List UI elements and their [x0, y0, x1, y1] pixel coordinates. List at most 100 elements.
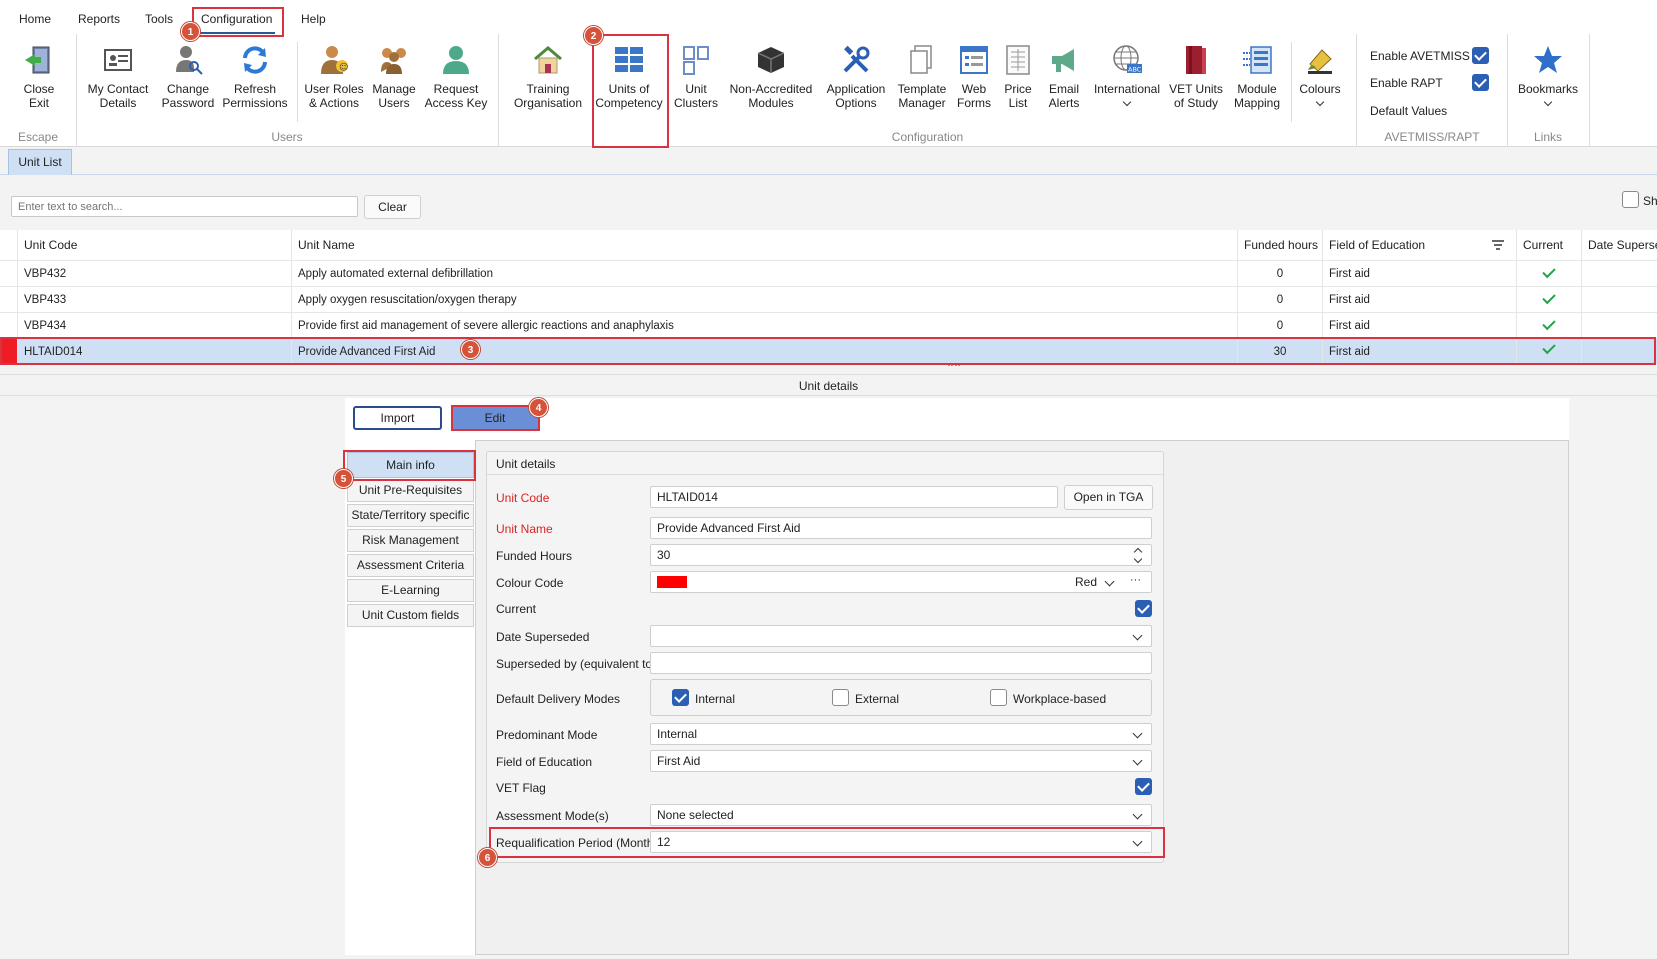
cell-current [1517, 313, 1582, 339]
table-row[interactable]: VBP432 Apply automated external defibril… [0, 260, 1657, 287]
enable-rapt-checkbox[interactable] [1472, 74, 1489, 91]
tab-unit-list[interactable]: Unit List [8, 149, 72, 175]
column-header-current[interactable]: Current [1517, 230, 1582, 260]
date-superseded-label: Date Superseded [496, 630, 590, 644]
menu-tools[interactable]: Tools [145, 12, 173, 26]
clusters-icon [683, 46, 709, 75]
workplace-based-label: Workplace-based [1013, 692, 1107, 706]
web-forms-button[interactable]: Web Forms [954, 44, 994, 110]
documents-icon [910, 45, 932, 74]
stepper-down-icon[interactable] [1133, 554, 1143, 564]
unit-clusters-button[interactable]: Unit Clusters [672, 44, 720, 110]
unit-name-field[interactable]: Provide Advanced First Aid [650, 517, 1152, 539]
external-checkbox[interactable] [832, 689, 849, 706]
close-exit-button[interactable]: Close Exit [14, 44, 64, 110]
chevron-down-icon[interactable] [1104, 576, 1115, 587]
menu-reports[interactable]: Reports [78, 12, 120, 26]
user-roles-actions-button[interactable]: ☺ User Roles & Actions [304, 44, 364, 110]
application-options-button[interactable]: Application Options [822, 44, 890, 110]
change-password-button[interactable]: Change Password [158, 44, 218, 110]
user-key-icon [176, 46, 203, 75]
internal-checkbox[interactable] [672, 689, 689, 706]
cell-date-superseded [1582, 313, 1657, 339]
tab-unit-custom-fields[interactable]: Unit Custom fields [347, 604, 474, 627]
chevron-down-icon[interactable] [1132, 809, 1143, 820]
cell-unit-code: VBP434 [18, 313, 292, 339]
cell-unit-code: VBP432 [18, 261, 292, 287]
email-alerts-button[interactable]: Email Alerts [1042, 44, 1086, 110]
megaphone-icon [1052, 49, 1074, 72]
unit-details-header: Unit details [0, 374, 1657, 396]
enable-avetmiss-checkbox[interactable] [1472, 47, 1489, 64]
tab-e-learning[interactable]: E-Learning [347, 579, 474, 602]
international-button[interactable]: ABC International [1092, 44, 1162, 107]
my-contact-details-button[interactable]: My Contact Details [84, 44, 152, 110]
price-list-button[interactable]: Price List [998, 44, 1038, 110]
price-list-icon [1006, 45, 1030, 75]
module-mapping-button[interactable]: Module Mapping [1230, 44, 1284, 110]
default-values-button[interactable]: Default Values [1370, 104, 1447, 118]
column-header-date-superseded[interactable]: Date Superse [1582, 230, 1657, 260]
module-mapping-icon [1243, 46, 1272, 74]
bookmarks-button[interactable]: Bookmarks [1515, 44, 1581, 107]
cell-unit-code: VBP433 [18, 287, 292, 313]
tab-assessment-criteria[interactable]: Assessment Criteria [347, 554, 474, 577]
delivery-modes-label: Default Delivery Modes [496, 692, 621, 706]
enable-rapt-label: Enable RAPT [1370, 76, 1443, 90]
group-label-links: Links [1533, 130, 1562, 144]
field-of-education-select[interactable]: First Aid [650, 750, 1152, 772]
superseded-by-field[interactable] [650, 652, 1152, 674]
assessment-modes-select[interactable]: None selected [650, 804, 1152, 826]
unit-code-field[interactable]: HLTAID014 [650, 486, 1058, 508]
tab-unit-pre-requisites[interactable]: Unit Pre-Requisites [347, 479, 474, 502]
tab-risk-management[interactable]: Risk Management [347, 529, 474, 552]
colour-code-picker[interactable]: Red ··· [650, 571, 1152, 593]
show-label: Sh [1643, 194, 1657, 208]
date-superseded-field[interactable] [650, 625, 1152, 647]
column-header-unit-name[interactable]: Unit Name [292, 230, 1238, 260]
request-access-key-button[interactable]: Request Access Key [424, 44, 488, 110]
show-checkbox[interactable] [1622, 191, 1639, 208]
cell-field-of-education: First aid [1323, 261, 1517, 287]
chevron-down-icon[interactable] [1132, 728, 1143, 739]
workplace-based-checkbox[interactable] [990, 689, 1007, 706]
current-checkbox[interactable] [1135, 600, 1152, 617]
group-label-users: Users [271, 130, 303, 144]
user-roles-icon: ☺ [321, 46, 348, 74]
non-accredited-modules-button[interactable]: Non-Accredited Modules [726, 44, 816, 110]
table-row[interactable]: VBP433 Apply oxygen resuscitation/oxygen… [0, 286, 1657, 313]
step-badge-6: 6 [478, 848, 497, 867]
colour-swatch [657, 576, 687, 588]
ribbon: Close Exit Escape My Contact Details Cha… [0, 34, 1657, 147]
superseded-by-label: Superseded by (equivalent to) [496, 657, 657, 671]
training-organisation-button[interactable]: Training Organisation [508, 44, 588, 110]
vet-flag-checkbox[interactable] [1135, 778, 1152, 795]
colours-button[interactable]: Colours [1296, 44, 1344, 107]
column-header-field-of-education[interactable]: Field of Education [1323, 230, 1517, 260]
tab-state-territory-specific[interactable]: State/Territory specific [347, 504, 474, 527]
filter-icon[interactable] [1492, 240, 1504, 250]
funded-hours-stepper[interactable]: 30 [650, 544, 1152, 566]
row-indicator-header [0, 230, 18, 260]
refresh-permissions-button[interactable]: Refresh Permissions [222, 44, 288, 110]
chevron-down-icon[interactable] [1132, 630, 1143, 641]
star-icon [1534, 46, 1562, 73]
manage-users-button[interactable]: Manage Users [368, 44, 420, 110]
open-in-tga-button[interactable]: Open in TGA [1064, 485, 1153, 510]
predominant-mode-select[interactable]: Internal [650, 723, 1152, 745]
unit-name-label: Unit Name [496, 522, 553, 536]
column-header-funded-hours[interactable]: Funded hours [1238, 230, 1323, 260]
search-input[interactable] [11, 196, 358, 217]
more-options-icon[interactable]: ··· [1130, 570, 1141, 590]
menu-help[interactable]: Help [301, 12, 326, 26]
chevron-down-icon[interactable] [1132, 755, 1143, 766]
column-header-unit-code[interactable]: Unit Code [18, 230, 292, 260]
users-group-icon [381, 48, 406, 74]
colour-code-label: Colour Code [496, 576, 564, 590]
vet-units-of-study-button[interactable]: VET Units of Study [1166, 44, 1226, 110]
table-row[interactable]: VBP434 Provide first aid management of s… [0, 312, 1657, 339]
template-manager-button[interactable]: Template Manager [894, 44, 950, 110]
import-button[interactable]: Import [353, 406, 442, 430]
menu-home[interactable]: Home [19, 12, 51, 26]
clear-button[interactable]: Clear [364, 195, 421, 219]
